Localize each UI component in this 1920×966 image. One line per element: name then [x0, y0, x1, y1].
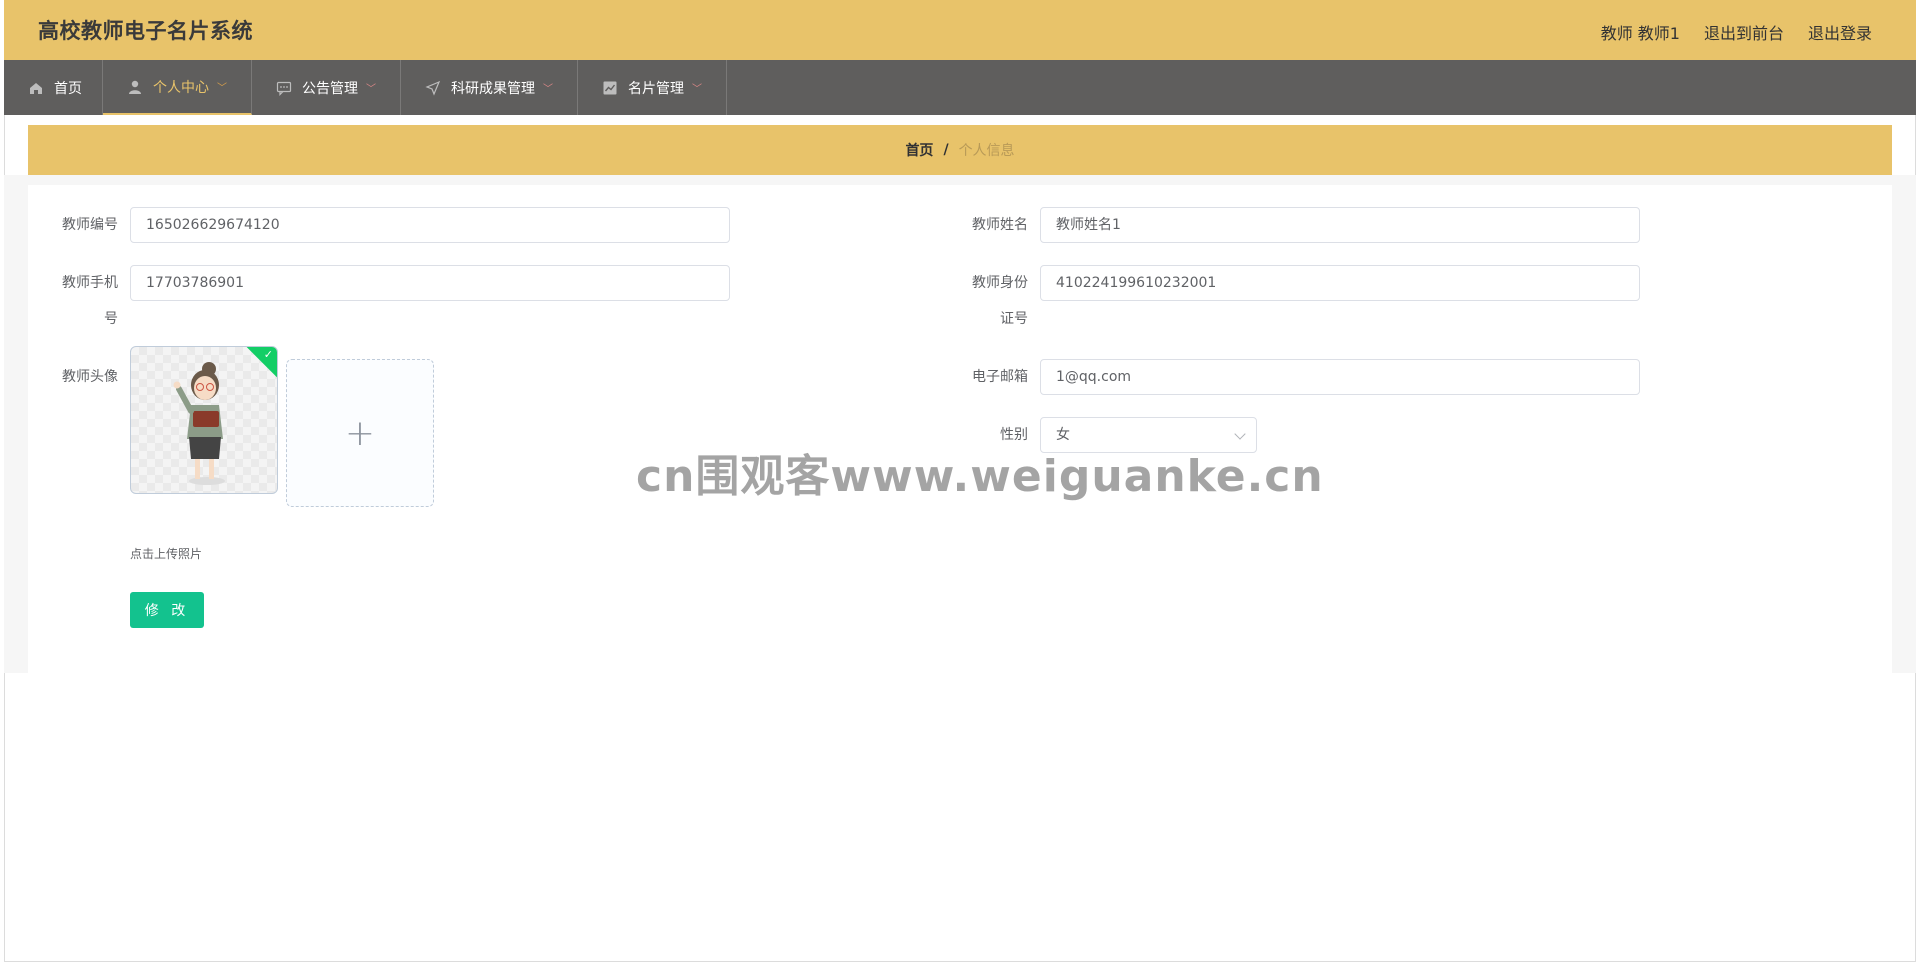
phone-label-line2: 号 [104, 311, 118, 327]
nav-item-home[interactable]: 首页 [4, 60, 103, 115]
phone-input[interactable]: 17703786901 [130, 265, 730, 301]
chevron-down-icon [1234, 428, 1246, 440]
email-label: 电子邮箱 [972, 369, 1028, 385]
gender-select[interactable]: 女 [1040, 417, 1257, 453]
teacher-avatar-image [173, 362, 225, 485]
avatar-thumbnail[interactable]: ✓ [130, 346, 278, 494]
nav-item-label: 科研成果管理 [451, 80, 535, 97]
teacher-name-input[interactable]: 教师姓名1 [1040, 207, 1640, 243]
gender-label: 性别 [1000, 427, 1028, 443]
avatar-upload-button[interactable]: + [286, 359, 434, 507]
main-nav: 首页 个人中心 ﹀ 公告管理 ﹀ 科研成果管理 ﹀ 名片管理 ﹀ [4, 60, 1916, 115]
phone-label: 教师手机 [48, 265, 118, 301]
gender-select-value: 女 [1056, 427, 1070, 443]
chevron-down-icon: ﹀ [366, 84, 376, 95]
breadcrumb-current: 个人信息 [958, 143, 1015, 159]
submit-button[interactable]: 修 改 [130, 592, 204, 628]
breadcrumb-separator: / [943, 142, 949, 158]
avatar-label: 教师头像 [62, 369, 118, 385]
id-card-input[interactable]: 410224199610232001 [1040, 265, 1640, 301]
teacher-name-label: 教师姓名 [972, 217, 1028, 233]
teacher-no-label: 教师编号 [62, 217, 118, 233]
home-icon [28, 80, 44, 96]
nav-item-label: 名片管理 [628, 80, 684, 97]
id-card-label-line2: 证号 [1000, 311, 1028, 327]
nav-item-personal-center[interactable]: 个人中心 ﹀ [103, 60, 252, 115]
user-icon [127, 79, 143, 95]
nav-item-label: 公告管理 [302, 80, 358, 97]
breadcrumb-home[interactable]: 首页 [905, 140, 933, 160]
logout-link[interactable]: 退出登录 [1808, 20, 1872, 44]
breadcrumb: 首页 / 个人信息 [28, 125, 1892, 175]
check-icon: ✓ [263, 348, 273, 361]
plus-icon: + [344, 412, 376, 454]
chevron-down-icon: ﹀ [692, 84, 702, 95]
email-input[interactable]: 1@qq.com [1040, 359, 1640, 395]
id-card-label-line1: 教师身份 [972, 275, 1028, 291]
nav-item-announcements[interactable]: 公告管理 ﹀ [252, 60, 401, 115]
current-user-label[interactable]: 教师 教师1 [1601, 20, 1680, 44]
nav-item-research[interactable]: 科研成果管理 ﹀ [401, 60, 578, 115]
top-header: 高校教师电子名片系统 教师 教师1 退出到前台 退出登录 [4, 0, 1916, 60]
chart-icon [602, 80, 618, 96]
nav-item-card-management[interactable]: 名片管理 ﹀ [578, 60, 727, 115]
chevron-down-icon: ﹀ [543, 84, 553, 95]
nav-item-label: 个人中心 [153, 79, 209, 96]
teacher-no-input[interactable]: 165026629674120 [130, 207, 730, 243]
header-links: 教师 教师1 退出到前台 退出登录 [1601, 20, 1872, 44]
profile-form: 教师编号 165026629674120 教师姓名 教师姓名1 教师手机 号 1… [28, 185, 1892, 673]
nav-item-label: 首页 [54, 80, 82, 97]
send-icon [425, 80, 441, 96]
exit-to-frontend-link[interactable]: 退出到前台 [1704, 20, 1784, 44]
chat-icon [276, 80, 292, 96]
chevron-down-icon: ﹀ [217, 83, 227, 94]
upload-hint: 点击上传照片 [130, 547, 203, 561]
phone-label-line1: 教师手机 [62, 275, 118, 291]
app-title: 高校教师电子名片系统 [38, 19, 253, 43]
